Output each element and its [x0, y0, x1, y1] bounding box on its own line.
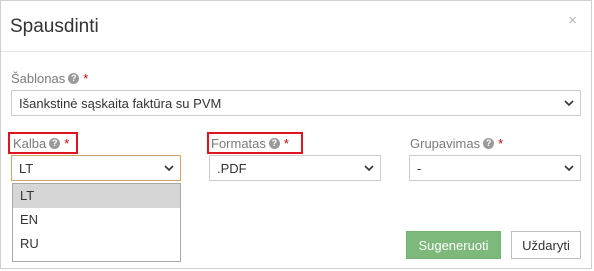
chevron-down-icon: [564, 100, 574, 107]
language-label: Kalba: [13, 136, 47, 151]
grouping-label-row: Grupavimas ? *: [410, 136, 503, 151]
help-icon[interactable]: ?: [268, 138, 280, 149]
language-option-lt[interactable]: LT: [13, 184, 180, 208]
generate-button[interactable]: Sugeneruoti: [406, 231, 501, 259]
language-select[interactable]: LT: [11, 155, 181, 181]
template-label: Šablonas: [11, 71, 66, 86]
template-select[interactable]: Išankstinė sąskaita faktūra su PVM: [11, 90, 581, 116]
template-select-value: Išankstinė sąskaita faktūra su PVM: [19, 95, 222, 111]
help-icon[interactable]: ?: [49, 138, 61, 149]
header-divider: [1, 51, 591, 52]
required-mark: *: [498, 136, 504, 151]
language-label-row: Kalba ? *: [13, 136, 69, 151]
format-label: Formatas: [211, 136, 266, 151]
help-icon[interactable]: ?: [483, 138, 495, 149]
template-label-row: Šablonas ? *: [11, 71, 88, 86]
help-icon[interactable]: ?: [68, 73, 80, 84]
language-option-ru[interactable]: RU: [13, 232, 180, 256]
chevron-down-icon: [364, 165, 374, 172]
close-icon[interactable]: ×: [568, 13, 577, 29]
grouping-select-value: -: [417, 160, 422, 176]
chevron-down-icon: [564, 165, 574, 172]
chevron-down-icon: [164, 165, 174, 172]
grouping-label: Grupavimas: [410, 136, 481, 151]
format-label-row: Formatas ? *: [211, 136, 289, 151]
print-dialog: Spausdinti × Šablonas ? * Išankstinė sąs…: [0, 0, 592, 269]
required-mark: *: [64, 136, 70, 151]
close-button[interactable]: Uždaryti: [511, 231, 581, 259]
language-option-en[interactable]: EN: [13, 208, 180, 232]
required-mark: *: [283, 136, 289, 151]
format-select[interactable]: .PDF: [209, 155, 381, 181]
grouping-select[interactable]: -: [409, 155, 581, 181]
language-select-value: LT: [19, 160, 34, 176]
required-mark: *: [83, 71, 89, 86]
language-dropdown-list: LT EN RU: [12, 183, 181, 262]
dialog-title: Spausdinti: [10, 16, 99, 37]
format-select-value: .PDF: [217, 160, 247, 176]
